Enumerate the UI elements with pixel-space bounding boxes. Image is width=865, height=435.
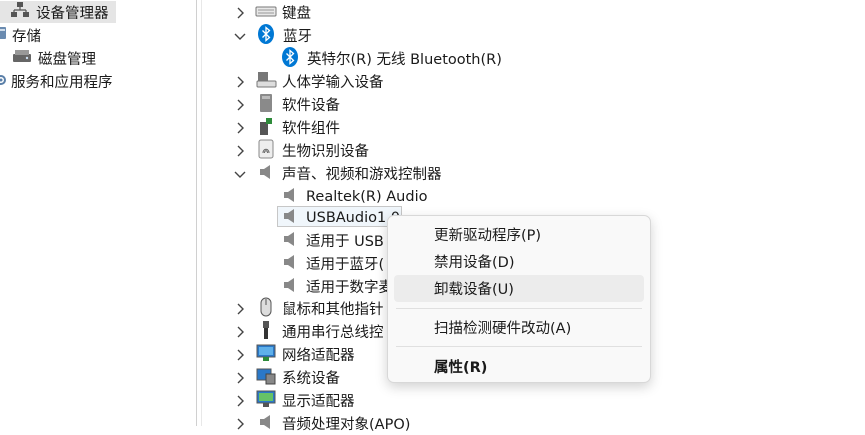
chevron-right-icon[interactable] (232, 143, 248, 159)
tree-item-label: 生物识别设备 (282, 144, 369, 160)
tree-item-keyboard[interactable]: 键盘 (255, 1, 311, 24)
menu-item-update-driver[interactable]: 更新驱动程序(P) (394, 221, 644, 248)
storage-icon (0, 25, 8, 45)
tree-item-label: 适用于蓝牙( (306, 257, 385, 273)
tree-item-label: 英特尔(R) 无线 Bluetooth(R) (307, 52, 502, 68)
tree-item-usbaudio[interactable]: USBAudio1.0 (282, 206, 400, 229)
chevron-right-icon[interactable] (232, 74, 248, 90)
network-adapter-icon (256, 343, 276, 367)
chevron-right-icon[interactable] (232, 347, 248, 363)
tree-item-display-adapters[interactable]: 显示适配器 (256, 389, 355, 412)
tree-item-hid[interactable]: 人体学输入设备 (256, 70, 384, 93)
tree-item-digital-mic[interactable]: 适用于数字麦 (282, 275, 393, 298)
chevron-right-icon[interactable] (232, 324, 248, 340)
menu-item-scan-hardware[interactable]: 扫描检测硬件改动(A) (394, 314, 644, 341)
usb-icon (258, 320, 274, 344)
tree-item-label: 键盘 (282, 6, 311, 22)
nav-item-label: 磁盘管理 (38, 51, 96, 68)
context-menu: 更新驱动程序(P) 禁用设备(D) 卸载设备(U) 扫描检测硬件改动(A) 属性… (387, 215, 651, 383)
speaker-icon (258, 163, 274, 185)
hid-icon (256, 70, 277, 94)
fingerprint-icon (257, 139, 275, 163)
speaker-icon (282, 230, 298, 252)
software-device-icon (258, 93, 274, 117)
system-device-icon (256, 366, 276, 390)
menu-item-disable-device[interactable]: 禁用设备(D) (394, 248, 644, 275)
tree-item-label: 系统设备 (282, 371, 340, 387)
tree-item-label: 软件设备 (282, 98, 340, 114)
pane-divider-inner (201, 0, 202, 426)
tree-item-software-components[interactable]: 软件组件 (258, 116, 340, 139)
tree-item-network-adapters[interactable]: 网络适配器 (256, 343, 355, 366)
tree-item-label: 蓝牙 (283, 29, 312, 45)
tree-item-label: Realtek(R) Audio (306, 188, 428, 205)
tree-item-label: 通用串行总线控 (282, 325, 384, 341)
menu-item-uninstall-device[interactable]: 卸载设备(U) (394, 275, 644, 302)
tree-item-bluetooth-audio[interactable]: 适用于蓝牙( (282, 252, 384, 275)
menu-item-label: 卸载设备(U) (434, 282, 514, 298)
chevron-right-icon[interactable] (232, 97, 248, 113)
bluetooth-icon (257, 23, 275, 48)
services-icon (0, 71, 8, 91)
tree-item-label: 显示适配器 (282, 394, 355, 410)
software-component-icon (258, 116, 274, 140)
nav-item-label: 存储 (12, 28, 41, 45)
tree-item-label: 软件组件 (282, 121, 340, 137)
chevron-down-icon[interactable] (232, 28, 248, 44)
menu-separator (396, 308, 642, 309)
menu-item-label: 更新驱动程序(P) (434, 228, 542, 244)
tree-item-label: 声音、视频和游戏控制器 (282, 167, 442, 183)
tree-item-usb-audio[interactable]: 适用于 USB (282, 229, 384, 252)
nav-item-device-manager[interactable]: 设备管理器 (0, 1, 116, 23)
keyboard-icon (255, 4, 277, 22)
nav-item-disk-management[interactable]: 磁盘管理 (0, 47, 96, 69)
chevron-right-icon[interactable] (232, 393, 248, 409)
menu-item-label: 属性(R) (434, 360, 488, 376)
tree-item-biometric[interactable]: 生物识别设备 (257, 139, 369, 162)
left-nav-pane: 设备管理器 存储 磁盘管理 服务和应用程序 (0, 0, 196, 426)
display-adapter-icon (256, 389, 276, 413)
nav-item-storage[interactable]: 存储 (0, 24, 41, 46)
chevron-right-icon[interactable] (232, 416, 248, 432)
tree-item-usb-controllers[interactable]: 通用串行总线控 (258, 320, 384, 343)
chevron-right-icon[interactable] (232, 120, 248, 136)
chevron-right-icon[interactable] (232, 301, 248, 317)
menu-item-label: 扫描检测硬件改动(A) (434, 321, 572, 337)
tree-item-label: 音频处理对象(APO) (282, 417, 411, 433)
tree-item-label: USBAudio1.0 (306, 209, 401, 226)
tree-item-label: 鼠标和其他指针 (282, 302, 384, 318)
tree-item-apo[interactable]: 音频处理对象(APO) (258, 412, 410, 435)
speaker-icon (282, 276, 298, 298)
nav-item-services[interactable]: 服务和应用程序 (0, 70, 113, 92)
tree-item-label: 网络适配器 (282, 348, 355, 364)
chevron-right-icon[interactable] (232, 5, 248, 21)
tree-item-label: 适用于数字麦 (306, 280, 393, 296)
nav-item-label: 服务和应用程序 (11, 74, 113, 91)
chevron-down-icon[interactable] (232, 166, 248, 182)
pane-divider[interactable] (196, 0, 197, 426)
bluetooth-icon (281, 46, 299, 71)
speaker-icon (282, 207, 298, 229)
menu-item-label: 禁用设备(D) (434, 255, 515, 271)
tree-item-intel-bluetooth[interactable]: 英特尔(R) 无线 Bluetooth(R) (281, 46, 502, 71)
disk-management-icon (12, 48, 32, 68)
menu-separator (396, 346, 642, 347)
tree-item-software-devices[interactable]: 软件设备 (258, 93, 340, 116)
tree-item-realtek-audio[interactable]: Realtek(R) Audio (282, 185, 427, 208)
chevron-right-icon[interactable] (232, 370, 248, 386)
tree-item-mouse[interactable]: 鼠标和其他指针 (258, 297, 384, 320)
menu-item-properties[interactable]: 属性(R) (394, 353, 644, 380)
tree-item-system-devices[interactable]: 系统设备 (256, 366, 340, 389)
nav-item-label: 设备管理器 (36, 5, 109, 22)
tree-item-bluetooth[interactable]: 蓝牙 (257, 23, 312, 48)
speaker-icon (258, 413, 274, 435)
tree-item-sound-video-game[interactable]: 声音、视频和游戏控制器 (258, 162, 442, 185)
tree-item-label: 适用于 USB (306, 234, 384, 250)
device-manager-icon (10, 1, 30, 23)
mouse-icon (258, 297, 274, 321)
tree-item-label: 人体学输入设备 (282, 75, 384, 91)
speaker-icon (282, 253, 298, 275)
speaker-icon (282, 186, 298, 208)
